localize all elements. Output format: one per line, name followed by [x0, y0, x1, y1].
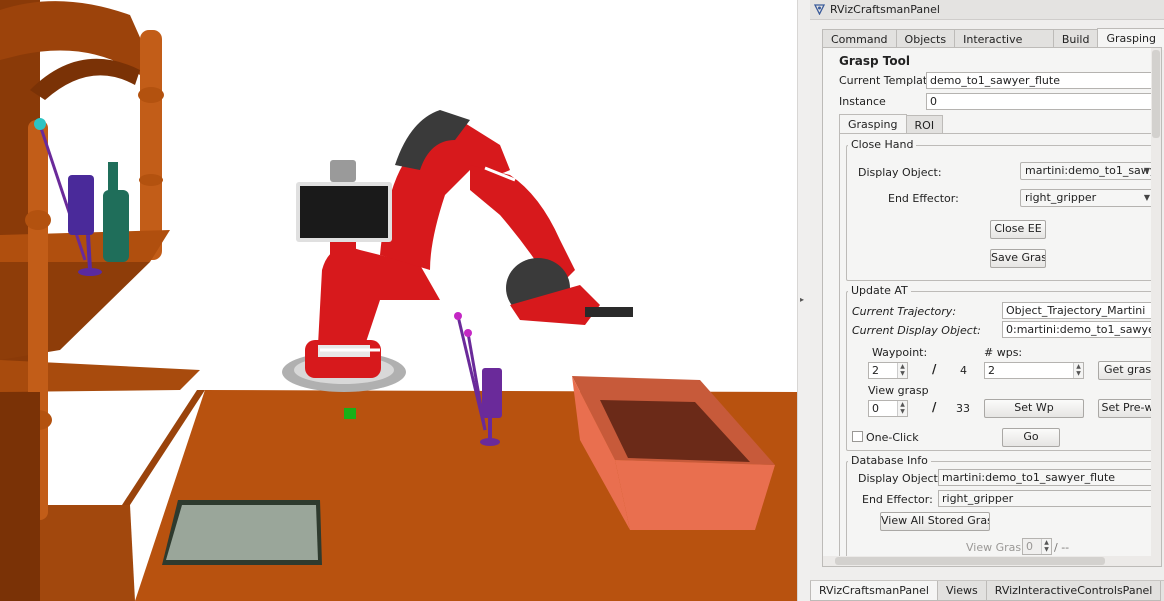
- tab-command[interactable]: Command: [822, 29, 897, 49]
- tab-build[interactable]: Build: [1052, 29, 1099, 49]
- instance-label: Instance: [839, 95, 886, 108]
- db-view-grasp-slash: / --: [1054, 541, 1070, 554]
- current-display-object-field[interactable]: 0:martini:demo_to1_sawyer_flute: [1002, 321, 1161, 338]
- rviz-logo-icon: [814, 4, 825, 15]
- db-view-grasp-value: 0: [1026, 540, 1033, 553]
- spin-arrows-icon[interactable]: ▲ ▼: [897, 401, 907, 416]
- view-grasp-label: View grasp: [868, 384, 929, 397]
- wps-value: 2: [988, 364, 995, 377]
- spin-arrows-icon[interactable]: ▲ ▼: [1073, 363, 1083, 378]
- robot-head: [296, 160, 392, 260]
- collapse-arrow-icon[interactable]: ▸: [800, 295, 804, 304]
- current-template-field[interactable]: demo_to1_sawyer_flute: [926, 72, 1161, 89]
- save-grasp-button[interactable]: Save Grasp: [990, 249, 1046, 268]
- update-at-title: Update AT: [848, 284, 911, 297]
- waypoint-label: Waypoint:: [872, 346, 928, 359]
- panel-splitter[interactable]: ▸: [797, 0, 810, 601]
- scene-render: [0, 0, 797, 601]
- subtab-roi[interactable]: ROI: [905, 115, 944, 135]
- view-grasp-total: 33: [956, 402, 970, 415]
- display-object-combo[interactable]: martini:demo_to1_sawyer ▼: [1020, 162, 1154, 180]
- db-end-effector-label: End Effector:: [862, 493, 933, 506]
- grasping-tab-content: Grasp Tool Current Template: demo_to1_sa…: [822, 47, 1162, 567]
- panel-titlebar: RVizCraftsmanPanel: [810, 0, 1164, 20]
- db-display-object-label: Display Object:: [858, 472, 942, 485]
- shelf-bottle: [103, 162, 129, 262]
- display-object-value: martini:demo_to1_sawyer: [1025, 164, 1154, 177]
- main-tab-bar: Command Objects Interactive Controls Bui…: [822, 27, 1164, 59]
- db-end-effector-field[interactable]: right_gripper: [938, 490, 1161, 507]
- current-template-label: Current Template:: [839, 74, 938, 87]
- waypoint-total: 4: [960, 364, 967, 377]
- current-display-object-label: Current Display Object:: [852, 324, 981, 337]
- horizontal-scrollbar[interactable]: [823, 556, 1153, 566]
- spin-arrows-icon[interactable]: ▲ ▼: [897, 363, 907, 378]
- tray: [162, 500, 322, 565]
- scrollbar-thumb[interactable]: [835, 557, 1105, 565]
- view-all-stored-grasps-button[interactable]: View All Stored Grasps: [880, 512, 990, 531]
- robot-base: [282, 340, 406, 392]
- chevron-down-icon: ▼: [1143, 166, 1150, 175]
- go-button[interactable]: Go: [1002, 428, 1060, 447]
- one-click-label: One-Click: [866, 431, 919, 444]
- chevron-down-icon: ▼: [1143, 193, 1150, 202]
- grasp-tool-heading: Grasp Tool: [839, 54, 910, 68]
- view-grasp-spinbox[interactable]: 0 ▲ ▼: [868, 400, 908, 417]
- spin-arrows-icon[interactable]: ▲ ▼: [1041, 539, 1051, 554]
- scrollbar-thumb[interactable]: [1152, 50, 1160, 138]
- tab-objects[interactable]: Objects: [895, 29, 956, 49]
- instance-field[interactable]: 0: [926, 93, 1161, 110]
- db-view-grasp-spinbox[interactable]: 0 ▲ ▼: [1022, 538, 1052, 555]
- tab-interactive-controls[interactable]: Interactive Controls: [954, 29, 1054, 59]
- view-grasp-slash: /: [932, 400, 937, 414]
- vertical-scrollbar[interactable]: [1151, 48, 1161, 566]
- dock-tab-views[interactable]: Views: [936, 581, 987, 601]
- db-display-object-field[interactable]: martini:demo_to1_sawyer_flute: [938, 469, 1161, 486]
- current-trajectory-label: Current Trajectory:: [852, 305, 957, 318]
- waypoint-value: 2: [872, 364, 879, 377]
- view-grasp-value: 0: [872, 402, 879, 415]
- dock-tab-bar: RVizCraftsmanPanel Views RVizInteractive…: [810, 580, 1164, 601]
- database-info-title: Database Info: [848, 454, 931, 467]
- close-hand-title: Close Hand: [848, 138, 917, 151]
- waypoint-slash: /: [932, 362, 937, 376]
- end-effector-value: right_gripper: [1025, 191, 1097, 204]
- wps-label: # wps:: [984, 346, 1023, 359]
- end-effector-combo[interactable]: right_gripper ▼: [1020, 189, 1154, 207]
- set-wp-button[interactable]: Set Wp: [984, 399, 1084, 418]
- one-click-checkbox[interactable]: [852, 431, 863, 442]
- rviz-3d-viewport[interactable]: [0, 0, 797, 601]
- craftsman-panel: RVizCraftsmanPanel Command Objects Inter…: [810, 0, 1164, 601]
- end-effector-label: End Effector:: [888, 192, 959, 205]
- panel-title: RVizCraftsmanPanel: [830, 3, 940, 16]
- waypoint-spinbox[interactable]: 2 ▲ ▼: [868, 362, 908, 379]
- db-view-grasp-label: View Grasp: [966, 541, 1029, 554]
- display-object-label: Display Object:: [858, 166, 942, 179]
- sub-tab-content: Close Hand Display Object: martini:demo_…: [839, 133, 1161, 566]
- current-trajectory-field[interactable]: Object_Trajectory_Martini: [1002, 302, 1161, 319]
- wps-spinbox[interactable]: 2 ▲ ▼: [984, 362, 1084, 379]
- green-marker: [344, 408, 356, 419]
- dock-tab-interactive-controls-panel[interactable]: RVizInteractiveControlsPanel: [985, 581, 1162, 601]
- dock-tab-craftsman-panel[interactable]: RVizCraftsmanPanel: [810, 581, 938, 601]
- sub-tab-bar: Grasping ROI: [839, 113, 944, 136]
- close-ee-button[interactable]: Close EE: [990, 220, 1046, 239]
